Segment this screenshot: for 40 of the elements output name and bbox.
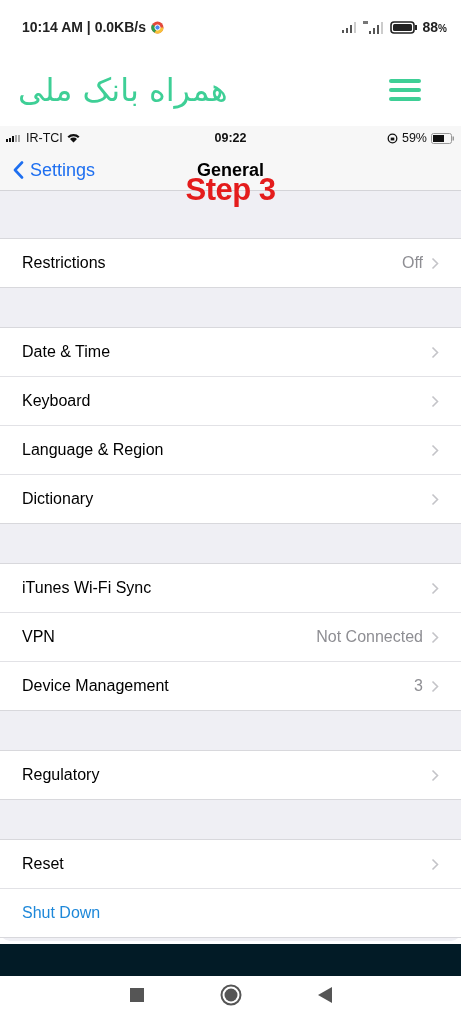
- chevron-right-icon: [431, 443, 439, 457]
- wifi-icon: [66, 133, 80, 143]
- settings-row[interactable]: Device Management 3: [0, 662, 461, 710]
- chevron-right-icon: [431, 581, 439, 595]
- battery-percent: 59%: [401, 131, 427, 145]
- home-icon[interactable]: [219, 984, 242, 1006]
- status-time: 09:22: [214, 131, 247, 145]
- battery-icon: [389, 20, 418, 34]
- settings-row[interactable]: iTunes Wi-Fi Sync: [0, 564, 461, 613]
- back-icon[interactable]: [317, 987, 332, 1003]
- chevron-right-icon: [431, 345, 439, 359]
- settings-row[interactable]: Restrictions Off: [0, 239, 461, 287]
- settings-row[interactable]: Keyboard: [0, 377, 461, 426]
- signal-icon: [6, 134, 22, 142]
- settings-row[interactable]: Reset: [0, 840, 461, 889]
- battery-icon: [431, 132, 455, 144]
- carrier-name: IR-TCI: [26, 131, 63, 145]
- battery-percent: 88%: [422, 19, 447, 35]
- chevron-left-icon: [13, 161, 24, 179]
- chevron-right-icon: [431, 492, 439, 506]
- back-button[interactable]: Settings: [0, 159, 96, 181]
- chevron-right-icon: [431, 679, 439, 693]
- settings-row[interactable]: VPN Not Connected: [0, 613, 461, 662]
- signal-icon: [341, 21, 358, 33]
- chevron-right-icon: [431, 256, 439, 270]
- settings-row[interactable]: Date & Time: [0, 328, 461, 377]
- chevron-right-icon: [431, 630, 439, 644]
- action-link[interactable]: Shut Down: [0, 889, 461, 937]
- browser-icon: [151, 20, 164, 34]
- chevron-right-icon: [431, 394, 439, 408]
- chevron-right-icon: [431, 857, 439, 871]
- recents-icon[interactable]: [129, 988, 144, 1002]
- status-time: 10:14 AM | 0.0KB/s: [22, 19, 146, 35]
- settings-row[interactable]: Language & Region: [0, 426, 461, 475]
- settings-row[interactable]: Dictionary: [0, 475, 461, 523]
- signal-icon: [362, 20, 385, 34]
- app-title: همراه بانک ملی: [18, 71, 228, 109]
- rotation-lock-icon: [386, 132, 398, 144]
- settings-row[interactable]: Regulatory: [0, 751, 461, 799]
- chevron-right-icon: [431, 768, 439, 782]
